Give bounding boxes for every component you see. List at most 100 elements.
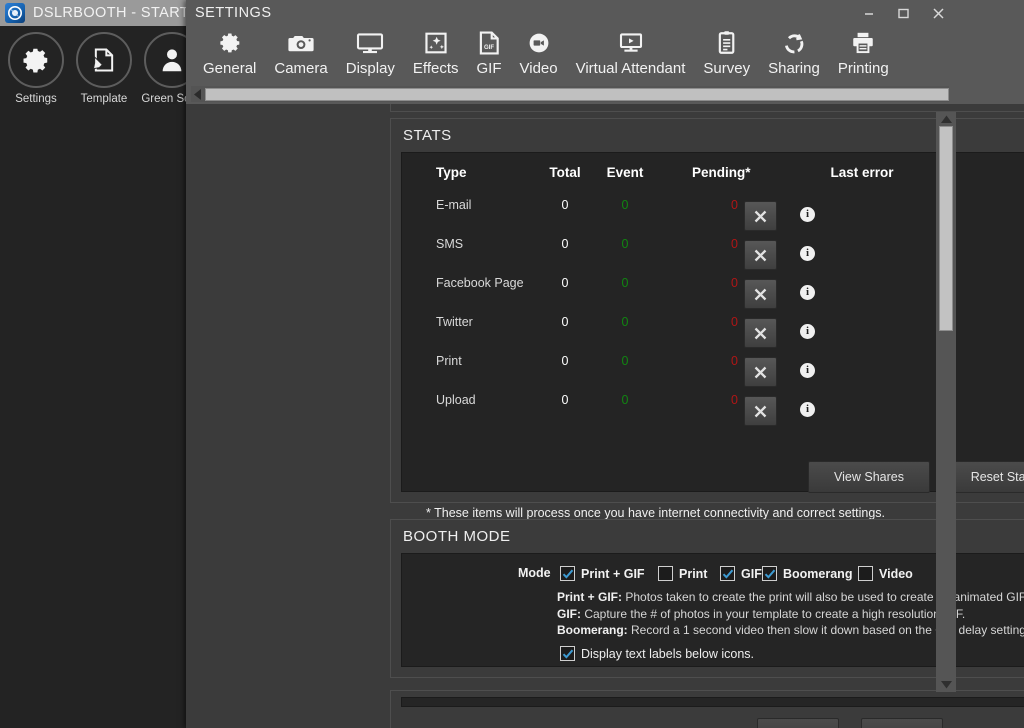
view-shares-label: View Shares — [834, 470, 904, 484]
settings-maximize-button[interactable] — [886, 0, 921, 26]
tab-survey[interactable]: Survey — [694, 26, 759, 84]
close-icon — [753, 209, 768, 224]
row-event-value: 0 — [602, 393, 648, 407]
dialog-button-primary[interactable] — [757, 718, 839, 728]
table-row: Twitter 0 0 0 i — [402, 315, 1024, 354]
info-icon[interactable]: i — [800, 363, 815, 378]
view-shares-button[interactable]: View Shares — [808, 461, 930, 493]
row-clear-button[interactable] — [744, 240, 777, 270]
next-panel-inner-edge — [401, 697, 1024, 707]
check-icon — [562, 648, 574, 660]
info-icon[interactable]: i — [800, 324, 815, 339]
chevron-down-icon[interactable] — [936, 678, 956, 692]
checkbox-boomerang[interactable]: Boomerang — [762, 566, 852, 581]
tab-camera[interactable]: Camera — [265, 26, 336, 84]
sparkle-image-icon — [423, 28, 449, 58]
checkbox-box[interactable] — [658, 566, 673, 581]
row-pending-value: 0 — [692, 393, 738, 407]
app-tool-settings[interactable]: Settings — [2, 32, 70, 105]
tab-video[interactable]: Video — [511, 26, 567, 84]
tab-display[interactable]: Display — [337, 26, 404, 84]
dialog-button-secondary[interactable] — [861, 718, 943, 728]
close-icon — [753, 404, 768, 419]
checkbox-box[interactable] — [762, 566, 777, 581]
monitor-play-icon — [617, 28, 645, 58]
row-clear-button[interactable] — [744, 279, 777, 309]
row-pending-value: 0 — [692, 237, 738, 251]
info-icon[interactable]: i — [800, 246, 815, 261]
settings-vertical-scrollbar[interactable] — [936, 112, 956, 692]
column-header-type: Type — [436, 165, 467, 180]
checkbox-gif[interactable]: GIF — [720, 566, 762, 581]
check-icon — [764, 568, 776, 580]
checkbox-box[interactable] — [720, 566, 735, 581]
horizontal-scroll-thumb[interactable] — [205, 88, 949, 101]
tab-printing[interactable]: Printing — [829, 26, 898, 84]
row-pending-value: 0 — [692, 276, 738, 290]
mode-label: Mode — [518, 566, 551, 580]
svg-text:GIF: GIF — [484, 45, 494, 51]
clipboard-icon — [716, 28, 738, 58]
vertical-scroll-thumb[interactable] — [939, 126, 953, 331]
row-clear-button[interactable] — [744, 201, 777, 231]
checkbox-box[interactable] — [560, 566, 575, 581]
row-type-label: SMS — [436, 237, 463, 251]
checkbox-display-text-labels[interactable]: Display text labels below icons. — [560, 646, 754, 661]
table-row: Facebook Page 0 0 0 i — [402, 276, 1024, 315]
share-recycle-icon — [781, 28, 807, 58]
checkbox-box[interactable] — [858, 566, 873, 581]
check-icon — [562, 568, 574, 580]
stats-panel-title: STATS — [403, 127, 452, 144]
checkbox-video[interactable]: Video — [858, 566, 913, 581]
monitor-icon — [356, 28, 384, 58]
gear-icon — [217, 28, 243, 58]
close-icon — [753, 326, 768, 341]
tab-effects[interactable]: Effects — [404, 26, 468, 84]
tab-general[interactable]: General — [194, 26, 265, 84]
chevron-up-icon[interactable] — [936, 112, 956, 126]
row-pending-value: 0 — [692, 315, 738, 329]
description-term: Print + GIF: — [557, 590, 622, 604]
tab-sharing[interactable]: Sharing — [759, 26, 829, 84]
app-tool-label: Template — [81, 93, 128, 105]
checkbox-box[interactable] — [560, 646, 575, 661]
booth-mode-panel-title: BOOTH MODE — [403, 528, 511, 545]
info-icon[interactable]: i — [800, 402, 815, 417]
row-type-label: Facebook Page — [436, 276, 524, 290]
tab-label: Printing — [838, 60, 889, 77]
column-header-pending: Pending* — [692, 165, 738, 180]
stats-panel-inner: Type Total Event Pending* Last error E-m… — [401, 152, 1024, 492]
description-term: GIF: — [557, 607, 581, 621]
check-icon — [722, 568, 734, 580]
tab-virtual-attendant[interactable]: Virtual Attendant — [567, 26, 695, 84]
row-clear-button[interactable] — [744, 357, 777, 387]
screen: DSLRBOOTH - START — [0, 0, 1024, 728]
tab-label: Video — [520, 60, 558, 77]
close-icon — [753, 287, 768, 302]
booth-mode-panel: BOOTH MODE Mode Print + GIF Print — [390, 519, 1024, 678]
settings-close-button[interactable] — [921, 0, 956, 26]
info-icon[interactable]: i — [800, 207, 815, 222]
checkbox-print[interactable]: Print — [658, 566, 707, 581]
gif-file-icon: GIF — [477, 28, 501, 58]
printer-icon — [850, 28, 876, 58]
info-icon[interactable]: i — [800, 285, 815, 300]
row-type-label: Print — [436, 354, 462, 368]
app-tool-template[interactable]: Template — [70, 32, 138, 105]
settings-window-title: SETTINGS — [195, 5, 272, 21]
app-tool-label: Settings — [15, 93, 57, 105]
chevron-left-icon[interactable] — [191, 86, 205, 102]
table-row: Print 0 0 0 i — [402, 354, 1024, 393]
row-total-value: 0 — [542, 276, 588, 290]
app-left-toolbar: Settings Template — [0, 26, 186, 728]
row-clear-button[interactable] — [744, 396, 777, 426]
row-clear-button[interactable] — [744, 318, 777, 348]
checkbox-label: Print — [679, 567, 707, 581]
settings-minimize-button[interactable] — [851, 0, 886, 26]
tab-gif[interactable]: GIF GIF — [468, 26, 511, 84]
tab-label: Effects — [413, 60, 459, 77]
checkbox-print-gif[interactable]: Print + GIF — [560, 566, 645, 581]
toolbar-horizontal-scrollbar[interactable] — [191, 86, 949, 102]
template-pencil-icon — [76, 32, 132, 88]
camera-icon — [287, 28, 315, 58]
